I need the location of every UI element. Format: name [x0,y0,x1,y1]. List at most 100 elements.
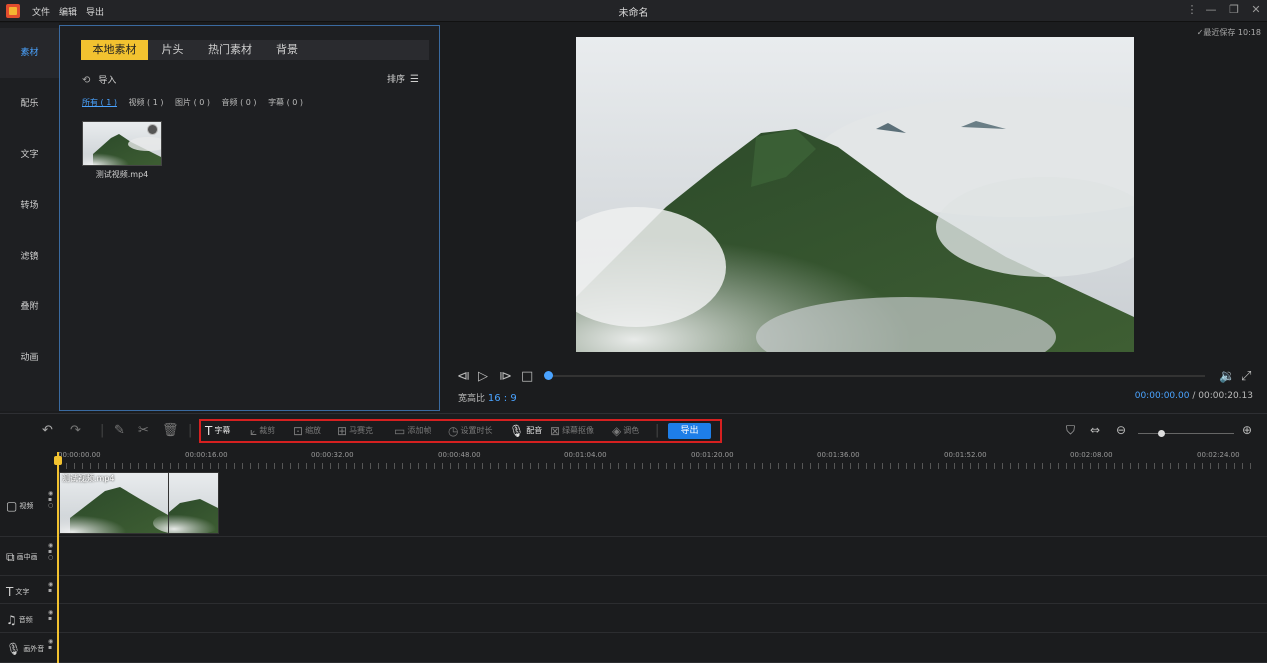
left-nav: 素材 配乐 文字 转场 滤镜 叠附 动画 [0,23,59,411]
media-tabs: 本地素材 片头 热门素材 背景 [81,40,429,60]
clip-frame-divider [168,473,169,533]
music-icon: ♫ [6,613,17,627]
tab-hot-material[interactable]: 热门素材 [199,40,261,60]
lock-icon[interactable]: ◉ ▪ [48,610,53,622]
nav-item-overlay[interactable]: 叠附 [0,282,59,332]
last-saved-status: ✓最近保存 10:18 [1196,28,1261,37]
media-thumbnail-name: 测试视频.mp4 [95,170,149,179]
lock-icon[interactable]: ◉ ▪ [48,582,53,594]
video-preview[interactable] [576,37,1134,352]
track-header: ⧉ 画中画 ◉ ▪ ○ [0,537,58,575]
fullscreen-icon[interactable]: ⤢ [1241,369,1251,384]
tab-background[interactable]: 背景 [267,40,307,60]
restore-button[interactable]: ❐ [1226,3,1242,16]
sort-button[interactable]: 排序 ☰ [387,72,419,85]
aspect-ratio-value: 16 : 9 [487,393,517,404]
zoom-slider-handle[interactable] [1158,430,1165,437]
tab-intro[interactable]: 片头 [154,40,191,60]
more-icon[interactable]: ⋮ [1184,3,1200,16]
track-voiceover: 🎙 画外音 ◉ ▪ [0,633,1267,663]
lock-icon[interactable]: ◉ ▪ ○ [48,543,53,561]
ruler-tick: 00:01:20.00 [691,451,734,459]
zoom-out-icon[interactable]: ⊖ [1116,423,1126,437]
microphone-icon: 🎙 [6,642,22,656]
tab-local-material[interactable]: 本地素材 [81,40,148,60]
minimize-button[interactable]: — [1203,3,1219,16]
separator: | [100,423,105,438]
nav-item-music[interactable]: 配乐 [0,79,59,129]
filter-row: 所有 ( 1 ) 视频 ( 1 ) 图片 ( 0 ) 音频 ( 0 ) 字幕 (… [82,97,312,108]
filter-audio[interactable]: 音频 ( 0 ) [222,98,257,107]
seek-bar[interactable] [545,375,1205,377]
track-header: ▢ 视频 ◉ ▪ ○ [0,469,58,536]
current-time: 00:00:00.00 [1134,391,1190,401]
playhead[interactable] [57,452,59,663]
mountain-fog-frame [576,37,1134,352]
track-pip: ⧉ 画中画 ◉ ▪ ○ [0,537,1267,576]
ruler-tick: 00:01:36.00 [817,451,860,459]
ruler-tick: 00:01:52.00 [944,451,987,459]
preview-area: ✓最近保存 10:18 ⧏ ▷ ⧐ □ 🔉 ⤢ 宽高比 16 : 9 00:00… [441,23,1267,411]
filter-image[interactable]: 图片 ( 0 ) [175,98,210,107]
text-icon: T [6,585,14,599]
ruler-tick: 00:02:08.00 [1070,451,1113,459]
separator: | [188,423,193,438]
app-logo-icon [6,4,20,18]
nav-item-filter[interactable]: 滤镜 [0,232,59,282]
play-icon[interactable]: ▷ [478,369,488,384]
filter-subtitle[interactable]: 字幕 ( 0 ) [268,98,303,107]
zoom-slider[interactable] [1138,433,1234,434]
scissors-icon[interactable]: ✂ [138,423,149,438]
playhead-handle[interactable] [54,456,62,465]
import-icon: ⟲ [82,75,91,86]
delete-icon[interactable]: 🗑 [162,423,179,438]
undo-icon[interactable]: ↶ [42,423,53,438]
lock-icon[interactable]: ◉ ▪ ○ [48,491,53,509]
pip-icon: ⧉ [6,550,15,564]
filter-video[interactable]: 视频 ( 1 ) [129,98,164,107]
menu-edit[interactable]: 编辑 [59,5,77,18]
menu-export[interactable]: 导出 [86,5,104,18]
zoom-in-icon[interactable]: ⊕ [1242,423,1252,437]
preview-badge-icon [147,124,158,135]
marker-icon[interactable]: ⛉ [1066,423,1075,438]
aspect-ratio[interactable]: 宽高比 16 : 9 [458,391,517,404]
filter-all[interactable]: 所有 ( 1 ) [82,98,117,107]
redo-icon[interactable]: ↷ [70,423,81,438]
ruler-tick: 00:00:32.00 [311,451,354,459]
video-icon: ▢ [6,499,18,513]
seek-handle[interactable] [544,371,553,380]
ruler-tick: 00:01:04.00 [564,451,607,459]
total-time: 00:00:20.13 [1198,391,1253,401]
ruler-tick: 00:00:48.00 [438,451,481,459]
menu-file[interactable]: 文件 [32,5,50,18]
timeline-ruler[interactable]: 00:00:00.00 00:00:16.00 00:00:32.00 00:0… [0,447,1267,469]
window-title: 未命名 [618,8,649,19]
prev-frame-icon[interactable]: ⧏ [457,369,470,384]
next-frame-icon[interactable]: ⧐ [499,369,512,384]
volume-icon[interactable]: 🔉 [1219,369,1235,384]
stop-icon[interactable]: □ [521,369,533,384]
timeline-video-clip[interactable]: 测试视频.mp4 [59,472,219,534]
lock-icon[interactable]: ◉ ▪ [48,639,53,651]
clip-name: 测试视频.mp4 [62,474,115,483]
track-header: 🎙 画外音 ◉ ▪ [0,633,58,662]
edit-toolbar: ↶ ↷ | ✎ ✂ 🗑 | T 字幕 ⟀ 裁剪 ⊡ 缩放 ⊞ 马赛克 ▭ 添加帧 ◷ 设置时… [0,413,1267,447]
import-button[interactable]: ⟲ 导入 [82,73,116,86]
media-thumbnail[interactable] [82,121,162,166]
ruler-tick: 00:00:16.00 [185,451,228,459]
ruler-tick: 00:02:24.00 [1197,451,1240,459]
track-header: ♫ 音频 ◉ ▪ [0,604,58,632]
nav-item-transition[interactable]: 转场 [0,181,59,231]
fit-icon[interactable]: ⇔ [1090,423,1100,437]
nav-item-material[interactable]: 素材 [0,28,59,78]
time-display: 00:00:00.00 / 00:00:20.13 [1134,391,1253,401]
track-header: T 文字 ◉ ▪ [0,576,58,603]
close-button[interactable]: ✕ [1248,3,1264,16]
title-bar: 文件 编辑 导出 未命名 ⋮ — ❐ ✕ [0,0,1267,22]
track-text: T 文字 ◉ ▪ [0,576,1267,604]
edit-icon[interactable]: ✎ [114,423,125,438]
nav-item-animation[interactable]: 动画 [0,333,59,383]
highlight-box [199,419,722,443]
nav-item-text[interactable]: 文字 [0,130,59,180]
